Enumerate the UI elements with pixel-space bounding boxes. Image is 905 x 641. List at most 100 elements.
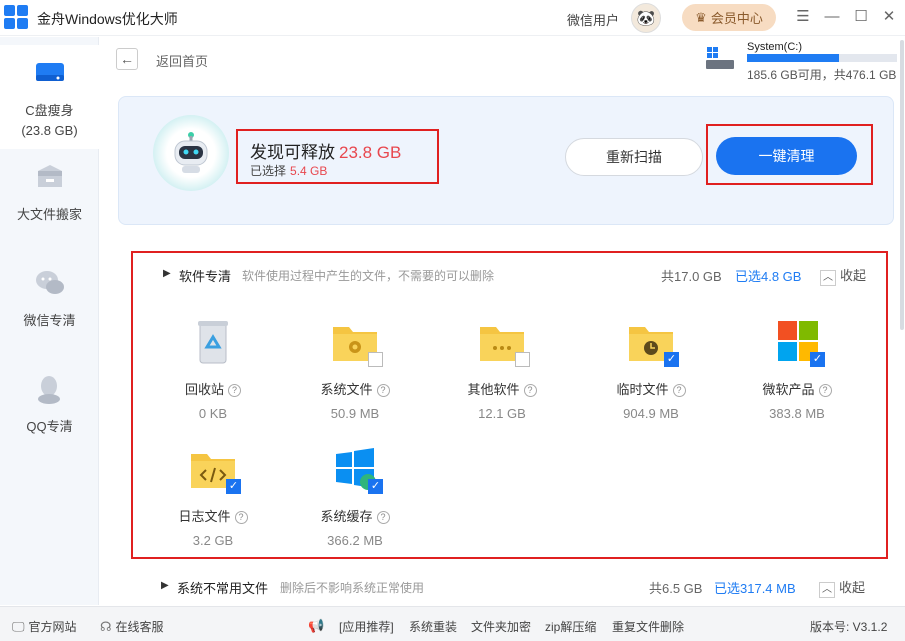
item-name: 系统文件 xyxy=(320,382,373,397)
help-icon[interactable]: ? xyxy=(818,384,832,398)
item-size: 366.2 MB xyxy=(327,533,383,548)
help-icon[interactable]: ? xyxy=(523,384,537,398)
item-checkbox[interactable]: ✓ xyxy=(226,479,241,494)
sidebar-item-label: QQ专清 xyxy=(26,419,73,434)
microsoft-icon: ✓ xyxy=(772,319,825,367)
disk-usage-bar xyxy=(747,54,897,62)
disk-name: System(C:) xyxy=(747,41,802,53)
box-icon xyxy=(37,165,62,187)
selected-amount: 5.4 GB xyxy=(290,164,328,178)
user-name[interactable]: 微信用户 xyxy=(567,10,619,29)
back-arrow-icon[interactable]: ← xyxy=(116,48,138,70)
qq-icon xyxy=(37,376,60,404)
scan-summary-banner: 发现可释放 23.8 GB 已选择 5.4 GB 重新扫描 一键清理 xyxy=(118,96,894,225)
footer-link-reinstall[interactable]: 系统重装 xyxy=(409,618,457,635)
maximize-icon[interactable]: ☐ xyxy=(852,8,870,26)
sidebar-item-label: 微信专清 xyxy=(23,313,76,328)
chevron-up-icon: ︿ xyxy=(820,270,836,286)
item-size: 904.9 MB xyxy=(623,406,679,421)
help-icon[interactable]: ? xyxy=(228,384,241,398)
sidebar: C盘瘦身 (23.8 GB) 大文件搬家 微信专清 QQ专清 xyxy=(0,37,99,605)
item-checkbox[interactable]: ✓ xyxy=(368,479,383,494)
help-icon[interactable]: ? xyxy=(376,384,390,398)
software-clean-section: ▶ 软件专清 软件使用过程中产生的文件，不需要的可以删除 共17.0 GB 已选… xyxy=(131,251,888,559)
found-amount: 23.8 GB xyxy=(339,143,402,162)
monitor-icon: 🖵 xyxy=(12,619,25,634)
wechat-icon xyxy=(35,271,64,294)
sidebar-item-qq[interactable]: QQ专清 xyxy=(0,371,99,435)
headset-icon: ☊ xyxy=(100,619,112,634)
item-recycle-bin[interactable]: 回收站? 0 KB xyxy=(158,319,268,421)
version-label: 版本号: V3.1.2 xyxy=(810,620,888,634)
item-checkbox[interactable]: ✓ xyxy=(664,352,679,367)
chevron-up-icon: ︿ xyxy=(819,582,835,598)
app-logo-icon xyxy=(4,5,28,29)
vip-center-button[interactable]: ♛ 会员中心 xyxy=(682,4,776,31)
item-temp-files[interactable]: ✓ 临时文件? 904.9 MB xyxy=(596,319,706,421)
item-size: 12.1 GB xyxy=(478,406,526,421)
disk-icon xyxy=(35,63,64,81)
help-icon[interactable]: ? xyxy=(376,511,390,525)
app-recommend-label: [应用推荐] xyxy=(339,620,394,634)
item-size: 50.9 MB xyxy=(330,406,380,421)
title-bar: 金舟Windows优化大师 微信用户 🐼 ♛ 会员中心 ☰ — ☐ ✕ xyxy=(0,0,905,36)
avatar[interactable]: 🐼 xyxy=(631,3,661,33)
crown-icon: ♛ xyxy=(695,9,707,25)
sidebar-item-sub: (23.8 GB) xyxy=(21,123,78,138)
one-click-clean-button[interactable]: 一键清理 xyxy=(716,137,857,175)
item-microsoft-products[interactable]: ✓ 微软产品? 383.8 MB xyxy=(742,319,852,421)
disk-usage-fill xyxy=(747,54,839,62)
footer-link-zip[interactable]: zip解压缩 xyxy=(545,618,596,635)
disk-info: 185.6 GB可用，共476.1 GB xyxy=(747,68,897,82)
app-title: 金舟Windows优化大师 xyxy=(37,11,178,27)
collapse-button[interactable]: ︿ 收起 xyxy=(820,265,866,286)
scrollbar[interactable] xyxy=(900,40,904,330)
item-other-software[interactable]: 其他软件? 12.1 GB xyxy=(447,319,557,421)
sidebar-item-wechat[interactable]: 微信专清 xyxy=(0,265,99,329)
section-selected: 已选317.4 MB xyxy=(714,581,796,596)
sidebar-item-c-drive[interactable]: C盘瘦身 (23.8 GB) xyxy=(0,45,99,149)
item-name: 临时文件 xyxy=(616,382,669,397)
other-folder-icon xyxy=(477,319,530,367)
section-title: 系统不常用文件 xyxy=(177,581,269,596)
help-icon[interactable]: ? xyxy=(672,384,686,398)
official-website-link[interactable]: 🖵 官方网站 xyxy=(12,618,77,635)
item-checkbox[interactable]: ✓ xyxy=(810,352,825,367)
minimize-icon[interactable]: — xyxy=(823,8,841,26)
menu-icon[interactable]: ☰ xyxy=(794,8,812,26)
expand-caret-icon[interactable]: ▶ xyxy=(161,580,169,591)
item-name: 其他软件 xyxy=(467,382,520,397)
item-checkbox[interactable] xyxy=(515,352,530,367)
windows-cache-icon: ✓ xyxy=(330,446,383,494)
drive-icon xyxy=(706,47,734,69)
footer-link-folder-encrypt[interactable]: 文件夹加密 xyxy=(471,618,531,635)
item-size: 0 KB xyxy=(198,406,228,421)
online-support-link[interactable]: ☊ 在线客服 xyxy=(100,618,164,635)
close-icon[interactable]: ✕ xyxy=(880,8,898,26)
expand-caret-icon[interactable]: ▶ xyxy=(163,268,171,279)
item-name: 系统缓存 xyxy=(320,509,373,524)
section-selected: 已选4.8 GB xyxy=(735,269,802,284)
log-folder-icon: ✓ xyxy=(188,446,241,494)
found-summary: 发现可释放 23.8 GB 已选择 5.4 GB xyxy=(236,129,439,184)
temp-folder-icon: ✓ xyxy=(626,319,679,367)
clean-highlight: 一键清理 xyxy=(706,124,873,185)
item-log-files[interactable]: ✓ 日志文件? 3.2 GB xyxy=(158,446,268,548)
item-system-files[interactable]: 系统文件? 50.9 MB xyxy=(300,319,410,421)
section-desc: 软件使用过程中产生的文件，不需要的可以删除 xyxy=(242,269,495,283)
item-size: 3.2 GB xyxy=(192,533,234,548)
back-home-link[interactable]: 返回首页 xyxy=(156,51,208,70)
item-system-cache[interactable]: ✓ 系统缓存? 366.2 MB xyxy=(300,446,410,548)
item-name: 微软产品 xyxy=(762,382,815,397)
item-checkbox[interactable] xyxy=(368,352,383,367)
sidebar-item-large-files[interactable]: 大文件搬家 xyxy=(0,159,99,223)
rescan-button[interactable]: 重新扫描 xyxy=(565,138,703,176)
robot-icon xyxy=(153,115,229,191)
help-icon[interactable]: ? xyxy=(234,511,248,525)
section-total: 共17.0 GB xyxy=(661,269,722,284)
selected-label: 已选择 xyxy=(250,164,287,178)
collapse-button[interactable]: ︿ 收起 xyxy=(819,577,865,598)
footer-link-duplicate[interactable]: 重复文件删除 xyxy=(612,618,684,635)
footer-bar: 🖵 官方网站 ☊ 在线客服 📢 [应用推荐] 系统重装 文件夹加密 zip解压缩 重… xyxy=(0,606,905,641)
sidebar-item-label: C盘瘦身 xyxy=(25,103,74,118)
